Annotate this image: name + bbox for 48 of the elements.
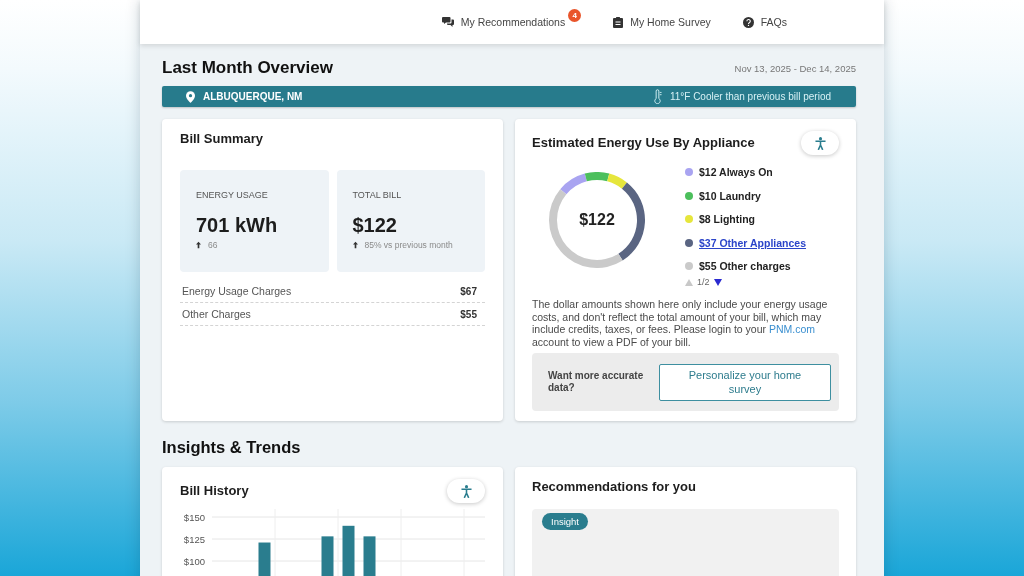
tile-label: TOTAL BILL (352, 190, 402, 201)
accessibility-button[interactable] (447, 479, 485, 503)
axis-label: $150 (183, 511, 205, 523)
legend-label: $10 Laundry (699, 189, 761, 202)
charge-label: Energy Usage Charges (182, 285, 292, 297)
account-link[interactable]: PNM.com (768, 323, 816, 335)
legend-label: $12 Always On (699, 166, 773, 178)
location-label: ALBUQUERQUE, NM (203, 91, 303, 102)
card-title: Estimated Energy Use By Appliance (532, 135, 755, 151)
temperature-note: 11°F Cooler than previous bill period (669, 91, 831, 102)
nav-link[interactable]: My Recommendations (441, 16, 566, 28)
charge-label: Other Charges (182, 308, 251, 320)
category-tag: Insight (542, 513, 588, 530)
charge-amount: $67 (460, 285, 477, 297)
section-title: Insights & Trends (162, 437, 301, 457)
card-title: Recommendations for you (532, 479, 696, 495)
tile-value: $122 (352, 213, 397, 237)
nav-link[interactable]: FAQs (742, 16, 787, 28)
card-title: Bill Summary (180, 131, 264, 147)
legend-label: $8 Lighting (699, 213, 755, 225)
axis-label: $100 (183, 555, 205, 567)
location-pin-icon (186, 90, 195, 103)
accessibility-icon (814, 136, 826, 150)
chat-icon (441, 17, 454, 27)
legend-label: $55 Other charges (699, 260, 791, 272)
help-icon (742, 16, 754, 28)
thermometer-icon (652, 89, 662, 104)
notification-badge: 4 (568, 8, 582, 22)
survey-button[interactable]: Personalize your home survey (659, 363, 831, 401)
accessibility-button[interactable] (801, 131, 839, 155)
prompt-text: Want more accurate data? (548, 370, 645, 394)
pager-label: 1/2 (697, 277, 710, 287)
date-range: Nov 13, 2025 - Dec 14, 2025 (734, 63, 856, 74)
tile-value: 701 kWh (196, 213, 278, 237)
change-text: 85% vs previous month (364, 240, 453, 250)
axis-label: $125 (183, 533, 205, 545)
clipboard-icon (613, 16, 624, 28)
page-title: Last Month Overview (162, 58, 333, 78)
donut-total: $122 (579, 211, 615, 229)
disclaimer-text: The dollar amounts shown here only include your energy usage costs, and don't reflect the total amount of your bill, which may include credits, taxes, or fees. Please login to your PNM.com account to view a PDF of your bill. (532, 298, 829, 348)
legend-link[interactable]: $37 Other Appliances (699, 236, 806, 249)
accessibility-icon (460, 484, 472, 498)
triangle-down-icon[interactable] (713, 278, 722, 286)
card-title: Bill History (180, 483, 249, 499)
charge-amount: $55 (460, 308, 477, 320)
change-text: 66 (208, 240, 218, 250)
nav-link[interactable]: My Home Survey (613, 16, 711, 28)
tile-label: ENERGY USAGE (196, 190, 268, 201)
